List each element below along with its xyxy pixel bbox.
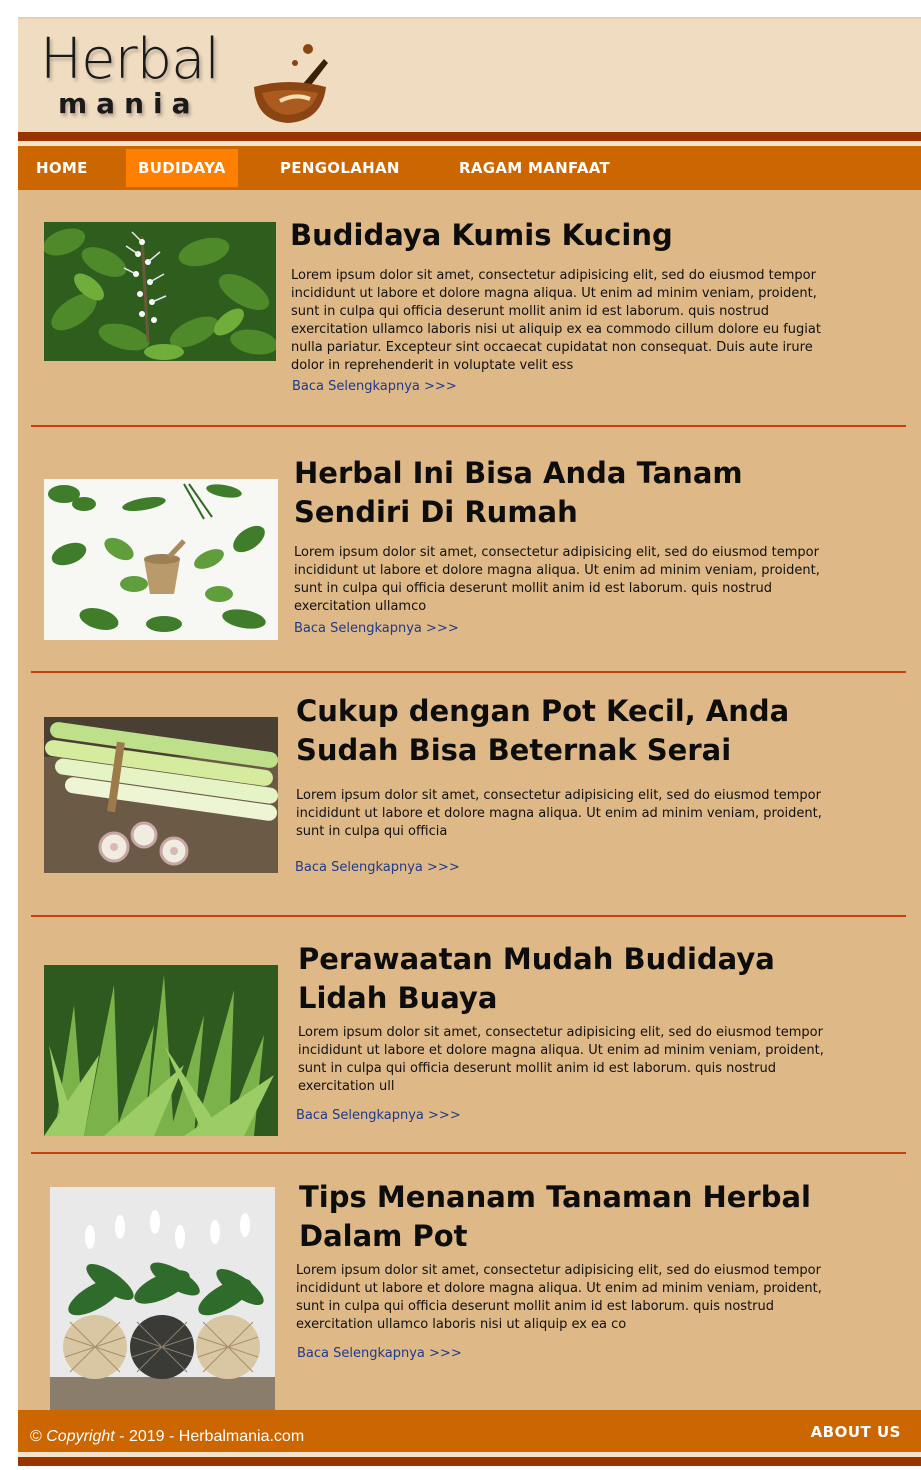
read-more-link[interactable]: Baca Selengkapnya >>> [297, 1346, 462, 1361]
herbs-mortar-image [44, 479, 278, 640]
lemongrass-image [44, 717, 278, 873]
article-thumbnail[interactable] [44, 717, 278, 873]
article-title[interactable]: Cukup dengan Pot Kecil, Anda Sudah Bisa … [296, 692, 856, 770]
about-us-link[interactable]: ABOUT US [811, 1423, 901, 1441]
article-title[interactable]: Tips Menanam Tanaman Herbal Dalam Pot [299, 1178, 839, 1256]
read-more-link[interactable]: Baca Selengkapnya >>> [292, 379, 457, 394]
article-excerpt: Lorem ipsum dolor sit amet, consectetur … [291, 268, 821, 373]
article-divider [31, 425, 906, 427]
copyright-symbol: © [30, 1428, 42, 1445]
nav-pengolahan[interactable]: PENGOLAHAN [268, 149, 412, 187]
main-nav: HOME BUDIDAYA PENGOLAHAN RAGAM MANFAAT [18, 146, 921, 190]
article-title[interactable]: Herbal Ini Bisa Anda Tanam Sendiri Di Ru… [294, 454, 834, 532]
article-divider [31, 915, 906, 917]
site-footer: © Copyright - 2019 - Herbalmania.com ABO… [18, 1410, 921, 1452]
article-title[interactable]: Perawaatan Mudah Budidaya Lidah Buaya [298, 940, 838, 1018]
page: Herbal mania HOME BUDIDAYA PENGOLAHAN RA… [18, 17, 921, 1470]
logo-text-mania: mania [58, 87, 200, 120]
header-bottom-bar [18, 132, 921, 141]
site-logo[interactable]: Herbal mania [40, 25, 330, 125]
read-more-link[interactable]: Baca Selengkapnya >>> [296, 1108, 461, 1123]
article-excerpt: Lorem ipsum dolor sit amet, consectetur … [294, 545, 820, 614]
read-more-link[interactable]: Baca Selengkapnya >>> [295, 860, 460, 875]
nav-ragam-manfaat[interactable]: RAGAM MANFAAT [447, 149, 622, 187]
copyright-text: © Copyright - 2019 - Herbalmania.com [30, 1428, 304, 1446]
article-excerpt: Lorem ipsum dolor sit amet, consectetur … [296, 1263, 822, 1332]
copyright-word: Copyright [46, 1428, 115, 1445]
article-list: Budidaya Kumis Kucing Lorem ipsum dolor … [18, 190, 921, 1412]
article-excerpt: Lorem ipsum dolor sit amet, consectetur … [298, 1025, 824, 1094]
article-title[interactable]: Budidaya Kumis Kucing [290, 216, 850, 255]
article-excerpt: Lorem ipsum dolor sit amet, consectetur … [296, 788, 822, 839]
site-header: Herbal mania [18, 17, 921, 132]
nav-budidaya[interactable]: BUDIDAYA [126, 149, 238, 187]
peace-lily-pots-image [50, 1187, 275, 1412]
article-divider [31, 671, 906, 673]
article-thumbnail[interactable] [44, 965, 278, 1136]
mortar-bowl-icon [254, 44, 328, 123]
article-thumbnail[interactable] [44, 479, 278, 640]
aloe-vera-image [44, 965, 278, 1136]
article-thumbnail[interactable] [50, 1187, 275, 1412]
article-thumbnail[interactable] [44, 222, 276, 361]
footer-bottom-bar [18, 1457, 921, 1466]
read-more-link[interactable]: Baca Selengkapnya >>> [294, 621, 459, 636]
copyright-rest: - 2019 - Herbalmania.com [114, 1428, 305, 1445]
logo-text-herbal: Herbal [40, 27, 220, 92]
nav-home[interactable]: HOME [24, 149, 100, 187]
article-divider [31, 1152, 906, 1154]
kumis-kucing-image [44, 222, 276, 361]
